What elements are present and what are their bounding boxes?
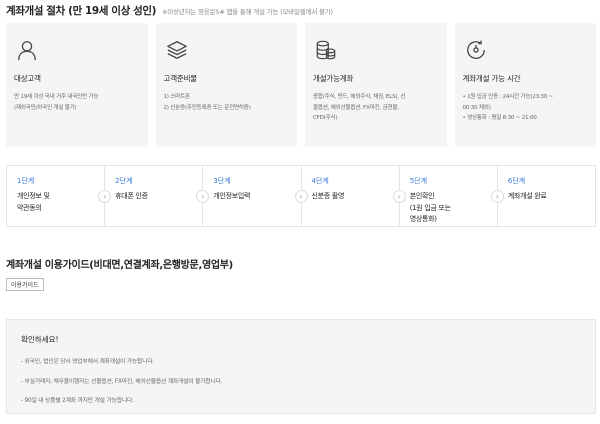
- guide-section-title: 계좌개설 이용가이드(비대면,연결계좌,은행방문,영업부): [6, 260, 233, 271]
- step-label: 개인정보입력: [213, 192, 251, 200]
- card-line: 만 19세 이상 국내 거주 내국인만 가능: [14, 94, 99, 100]
- card-requirements: 고객준비물 1) 스마트폰 2) 신분증(주민등록증 또는 운전면허증): [155, 23, 297, 147]
- step-label: 약관동의: [17, 203, 42, 212]
- step-3: 3단계 개인정보입력 ›: [203, 166, 308, 226]
- step-number: 5단계: [409, 177, 428, 185]
- step-label: 본인확인: [409, 192, 435, 200]
- step-number: 1단계: [17, 177, 35, 185]
- layers-icon: [166, 41, 187, 59]
- notice-line: - 부실거래자, 채무불이행자는 선물옵션, FX마진, 해외선물옵션 계좌개설…: [21, 378, 223, 385]
- card-line: 물옵션, 해외선물옵션, FX마진, 금현물,: [313, 104, 399, 111]
- card-available-time: 계좌개설 가능 시간 • 1원 입금 인증 : 24시간 가능(23:30 ~ …: [454, 23, 596, 147]
- step-2: 2단계 휴대폰 인증 ›: [105, 166, 210, 226]
- step-label: 영상통화): [409, 215, 437, 223]
- usage-guide-button[interactable]: 이용가이드: [6, 278, 44, 291]
- step-label: (1원 입금 또는: [409, 203, 451, 212]
- step-label: 신분증 촬영: [311, 192, 345, 200]
- chevron-right-icon: ›: [490, 190, 504, 203]
- info-cards: 대상고객 만 19세 이상 국내 거주 내국인만 가능 (재외국민/외국인 개설…: [6, 23, 596, 147]
- step-number: 6단계: [507, 177, 526, 185]
- chevron-right-icon: ›: [294, 190, 308, 203]
- card-line: (재외국민/외국인 개설 불가): [14, 104, 77, 111]
- process-steps: 1단계 개인정보 및 약관동의 › 2단계 휴대폰 인증 › 3단계 개인정보입…: [6, 165, 596, 227]
- step-1: 1단계 개인정보 및 약관동의 ›: [7, 166, 112, 226]
- clock-icon: [466, 40, 485, 59]
- notice-line: - 외국인, 법인은 당사 영업부에서 계좌개설이 가능합니다.: [21, 359, 155, 365]
- step-label: 계좌개설 완료: [507, 192, 547, 200]
- coins-icon: [316, 40, 336, 60]
- step-number: 2단계: [115, 177, 133, 185]
- card-line: 00:30 제외): [462, 104, 491, 111]
- card-account-types: 개설가능계좌 종합(주식, 펀드, 해외주식, 채권, ELS), 선 물옵션,…: [305, 23, 447, 147]
- step-label: 휴대폰 인증: [115, 192, 148, 200]
- card-line: CFD(주식): [313, 115, 338, 121]
- card-title: 개설가능계좌: [313, 74, 354, 83]
- step-number: 4단계: [311, 177, 329, 185]
- step-5: 5단계 본인확인 (1원 입금 또는 영상통화) ›: [400, 166, 504, 226]
- notice-title: 확인하세요!: [21, 335, 59, 344]
- card-line: 종합(주식, 펀드, 해외주식, 채권, ELS), 선: [313, 94, 406, 100]
- minor-note: ※미성년자는 영웅문S# 앱을 통해 개설 가능 (모바일웹에서 불가): [162, 8, 333, 16]
- card-title: 대상고객: [14, 74, 41, 83]
- person-icon: [18, 41, 36, 61]
- card-line: 1) 스마트폰: [163, 94, 191, 100]
- notice-line: - 90일 내 상품별 2계좌 까지만 개설 가능합니다.: [21, 398, 134, 404]
- page-title: 계좌개설 절차 (만 19세 이상 성인): [6, 5, 157, 17]
- card-line: • 1원 입금 인증 : 24시간 가능(23:30 ~: [462, 94, 554, 100]
- step-label: 개인정보 및: [17, 192, 50, 200]
- step-6: 6단계 계좌개설 완료: [498, 166, 595, 226]
- card-line: • 영상통화 : 평일 8:30 ~ 21:00: [462, 115, 537, 121]
- card-target-customer: 대상고객 만 19세 이상 국내 거주 내국인만 가능 (재외국민/외국인 개설…: [6, 23, 148, 147]
- card-line: 2) 신분증(주민등록증 또는 운전면허증): [163, 104, 251, 111]
- card-title: 계좌개설 가능 시간: [462, 74, 521, 83]
- chevron-right-icon: ›: [392, 190, 406, 203]
- step-number: 3단계: [213, 177, 231, 185]
- card-title: 고객준비물: [163, 74, 198, 83]
- notice-box: 확인하세요! - 외국인, 법인은 당사 영업부에서 계좌개설이 가능합니다. …: [6, 319, 596, 414]
- page-header: 계좌개설 절차 (만 19세 이상 성인) ※미성년자는 영웅문S# 앱을 통해…: [6, 3, 333, 18]
- step-4: 4단계 신분증 촬영 ›: [302, 166, 406, 226]
